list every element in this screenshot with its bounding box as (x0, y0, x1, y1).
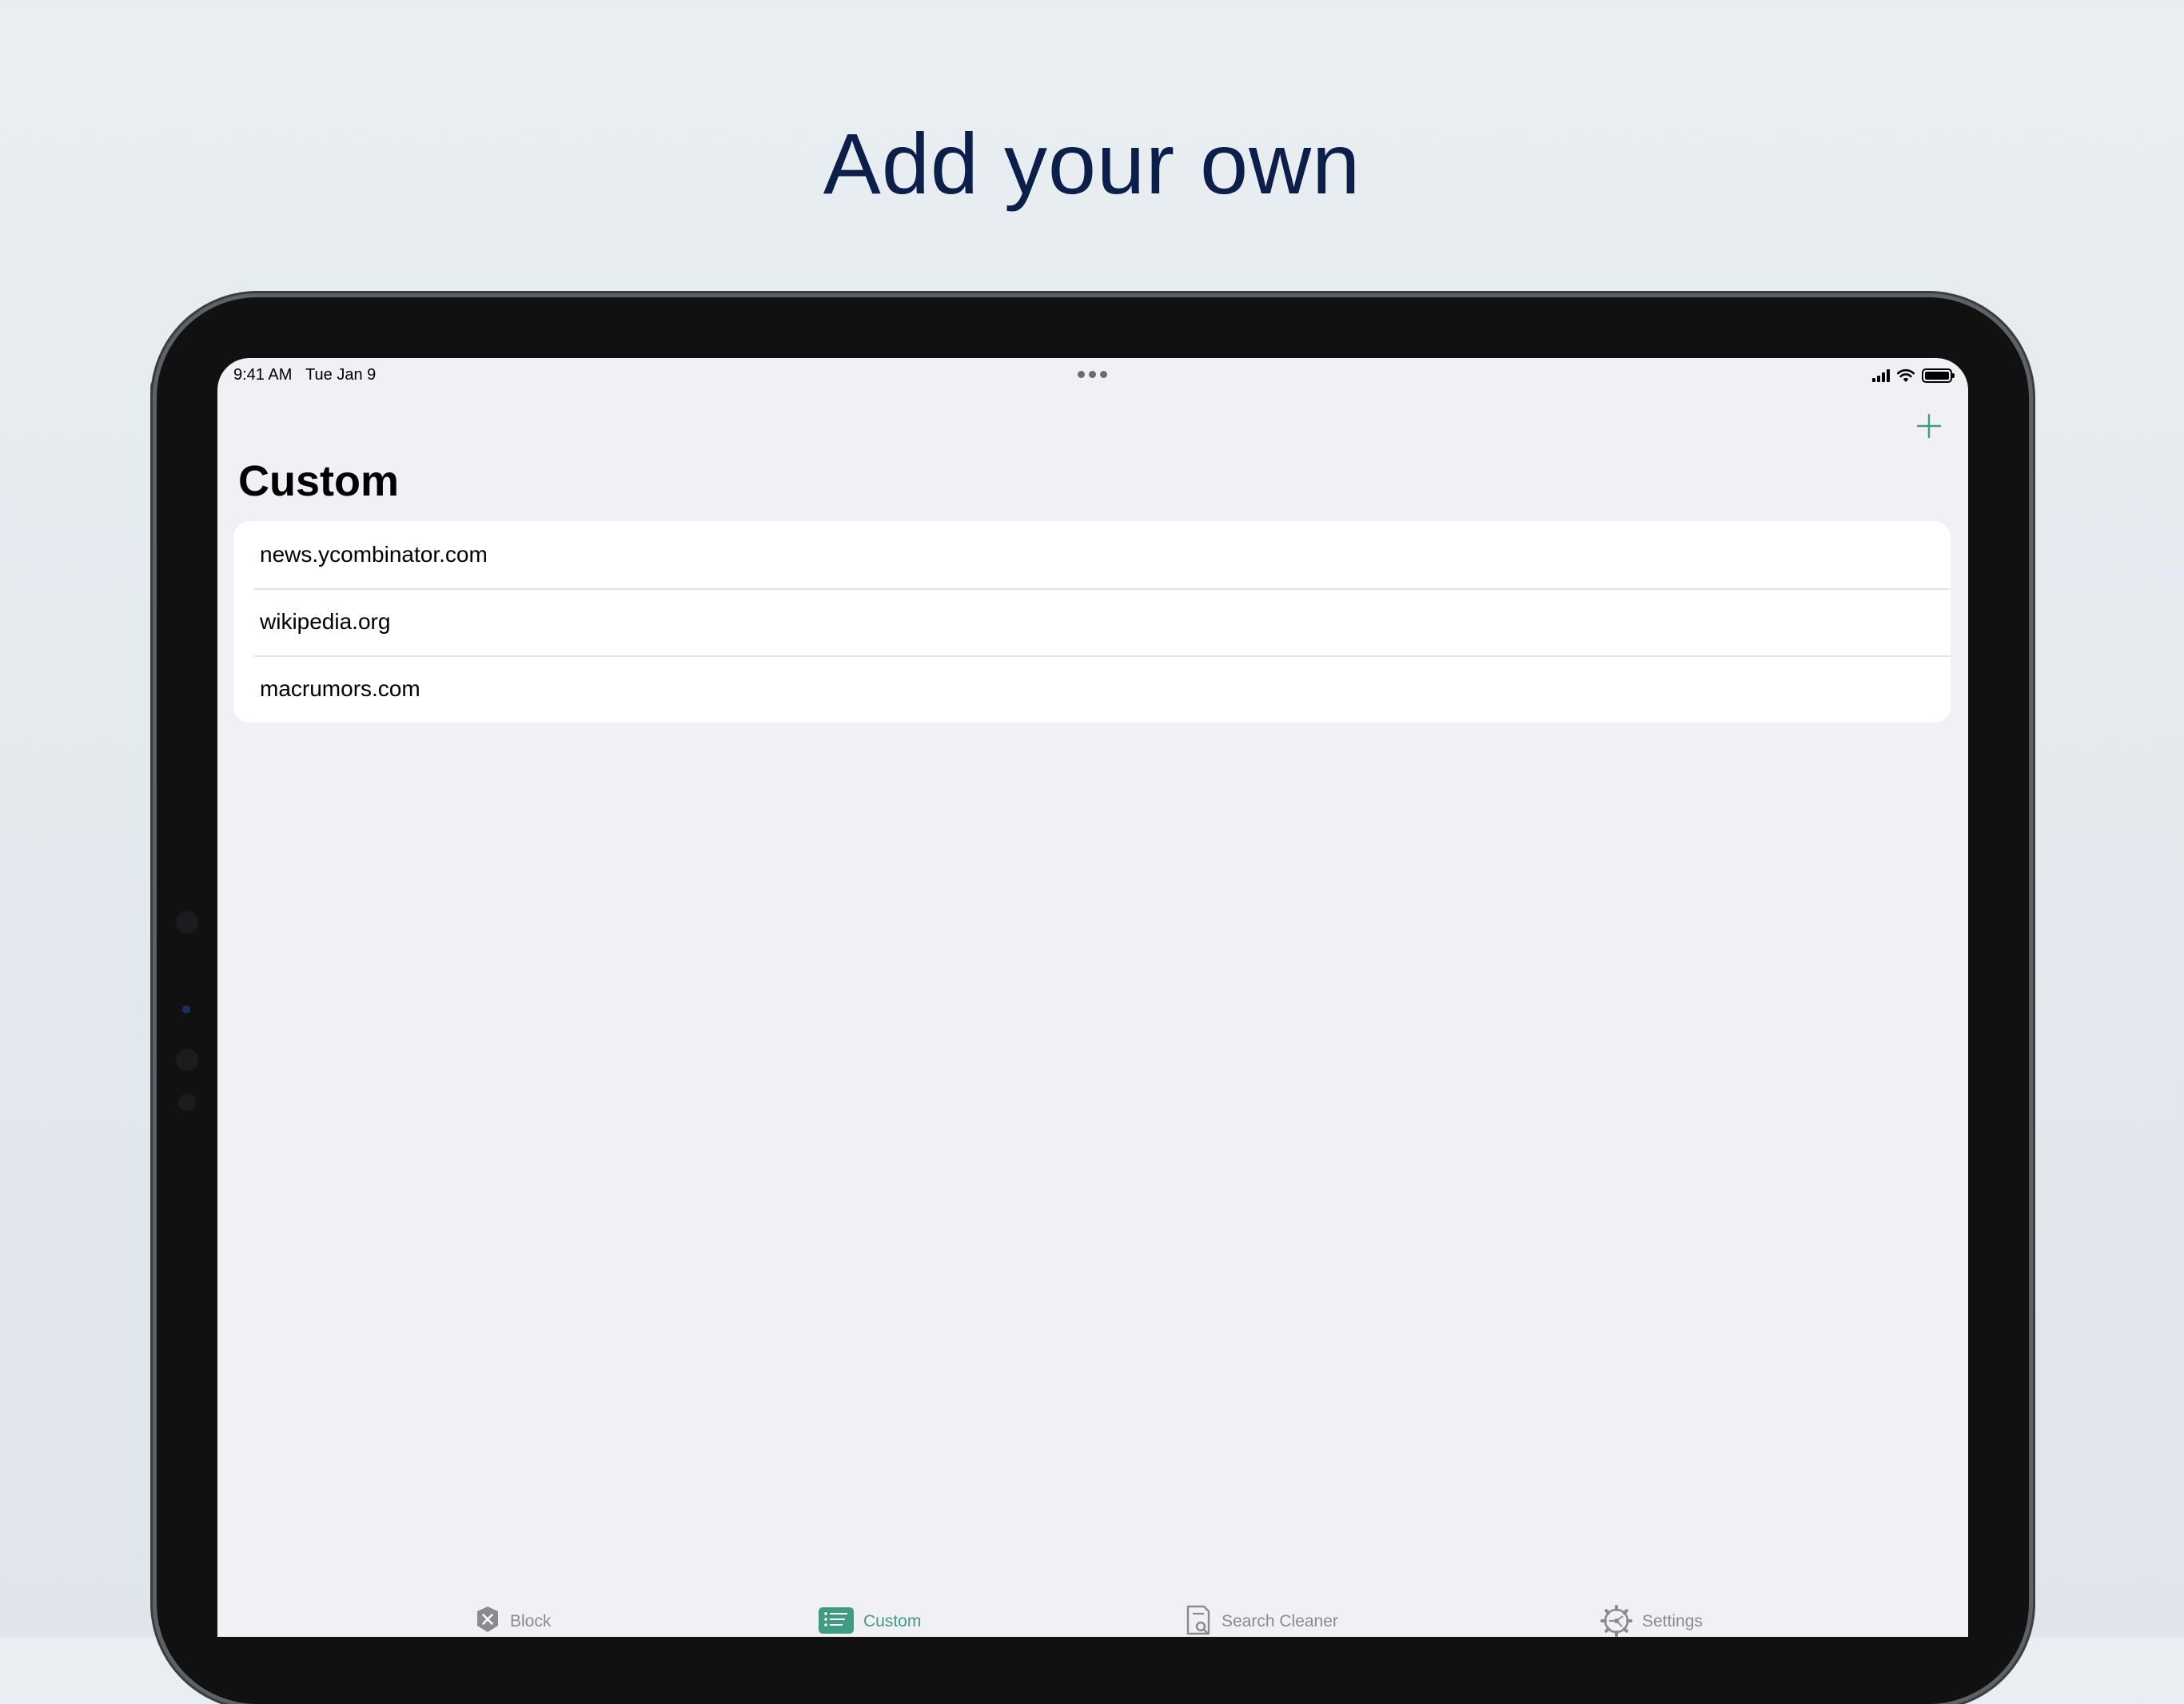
custom-domain-list: news.ycombinator.com wikipedia.org macru… (233, 521, 1951, 723)
list-icon (819, 1607, 854, 1634)
tab-search-cleaner[interactable]: Search Cleaner (1185, 1605, 1338, 1635)
tab-settings[interactable]: Settings (1600, 1605, 1703, 1637)
tab-custom[interactable]: Custom (819, 1605, 921, 1634)
status-icons (1872, 366, 1955, 385)
list-item[interactable]: news.ycombinator.com (233, 521, 1951, 588)
status-time-date: 9:41 AM Tue Jan 9 (233, 366, 376, 384)
headline: Add your own (823, 115, 1361, 212)
page-title: Custom (238, 457, 399, 505)
cellular-signal-icon (1872, 369, 1890, 382)
plus-icon (1916, 413, 1942, 439)
battery-icon (1922, 368, 1955, 383)
tab-label: Custom (863, 1612, 922, 1630)
device-sensor (178, 1093, 196, 1111)
tab-bar: Block Custom Search Cleaner Settings (217, 1605, 1968, 1637)
side-button (150, 382, 157, 462)
app-screen: 9:41 AM Tue Jan 9 Custom news.ycombinato… (217, 358, 1968, 1637)
gear-icon (1600, 1605, 1632, 1637)
tab-block[interactable]: Block (475, 1605, 551, 1634)
wifi-icon (1896, 368, 1915, 382)
add-button[interactable] (1909, 406, 1949, 446)
status-time: 9:41 AM (233, 366, 293, 384)
shield-x-icon (477, 1606, 498, 1632)
tab-label: Search Cleaner (1222, 1612, 1338, 1630)
document-search-icon (1186, 1605, 1210, 1635)
device-sensor (176, 911, 198, 934)
tab-label: Settings (1642, 1612, 1703, 1630)
front-camera (182, 1005, 190, 1013)
tab-label: Block (510, 1612, 552, 1630)
multitasking-dots-icon[interactable] (1078, 371, 1107, 378)
list-item[interactable]: macrumors.com (233, 655, 1951, 723)
status-date: Tue Jan 9 (305, 366, 377, 384)
device-sensor (176, 1049, 198, 1071)
list-item[interactable]: wikipedia.org (233, 588, 1951, 655)
